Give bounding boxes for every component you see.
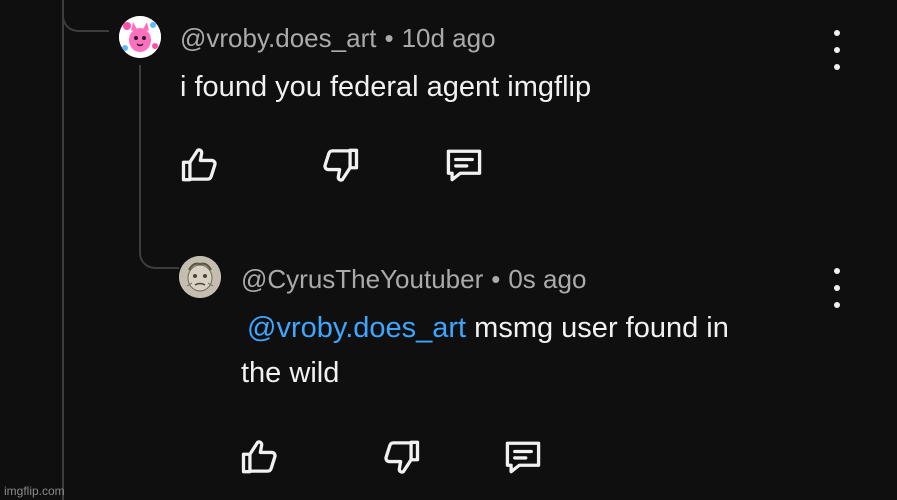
thread-line-to-comment [62, 0, 109, 32]
comment-text: i found you federal agent imgflip [180, 71, 592, 103]
reply-author-handle[interactable]: @CyrusTheYoutuber [241, 264, 483, 294]
reply-text: @vroby.does_art msmg user found in the w… [241, 306, 861, 396]
avatar-sketch-face-icon [179, 256, 221, 298]
menu-dot [834, 64, 840, 70]
comment-meta: @vroby.does_art • 10d ago [180, 23, 496, 54]
reply-like-button[interactable] [236, 433, 284, 481]
reply-more-menu-icon[interactable] [827, 268, 847, 308]
thumbs-up-icon [181, 148, 217, 182]
reply-text-part-1: msmg user found in [466, 312, 729, 344]
reply-reply-button[interactable] [499, 433, 547, 481]
thumbs-down-icon [384, 440, 420, 474]
reply-author-avatar[interactable] [179, 256, 221, 298]
imgflip-watermark: imgflip.com [4, 484, 65, 498]
comment-more-menu-icon[interactable] [827, 30, 847, 70]
reply-dislike-button[interactable] [377, 433, 425, 481]
comment-like-button[interactable] [176, 141, 224, 189]
reply-text-line-1: @vroby.does_art msmg user found in [241, 306, 861, 351]
comment-reply-button[interactable] [440, 141, 488, 189]
reply-meta-separator: • [491, 264, 501, 294]
comment-author-handle[interactable]: @vroby.does_art [180, 23, 376, 53]
menu-dot [834, 30, 840, 36]
comment-meta-separator: • [384, 23, 394, 53]
menu-dot [834, 47, 840, 53]
thread-line-outer [62, 0, 64, 500]
menu-dot [834, 268, 840, 274]
thumbs-down-icon [323, 148, 359, 182]
menu-dot [834, 285, 840, 291]
comment-dislike-button[interactable] [316, 141, 364, 189]
comment-author-avatar[interactable] [119, 16, 161, 58]
comment-timestamp: 10d ago [401, 23, 496, 53]
reply-mention-link[interactable]: @vroby.does_art [241, 312, 466, 344]
reply-timestamp: 0s ago [508, 264, 587, 294]
reply-comment-icon [446, 149, 482, 182]
reply-meta: @CyrusTheYoutuber • 0s ago [241, 264, 586, 295]
avatar-pink-creature-icon [119, 16, 161, 58]
thread-line-to-reply [139, 65, 179, 269]
thumbs-up-icon [241, 440, 277, 474]
reply-comment-icon [505, 441, 541, 474]
menu-dot [834, 302, 840, 308]
reply-text-line-2: the wild [241, 357, 340, 389]
